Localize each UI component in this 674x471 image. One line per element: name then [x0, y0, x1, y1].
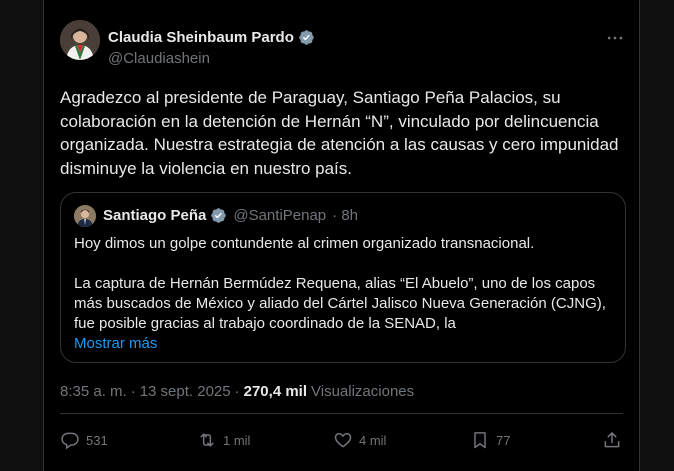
- quoted-author-row[interactable]: Santiago Peña @SantiPenap · 8h: [103, 207, 358, 224]
- post-date[interactable]: 13 sept. 2025: [140, 383, 231, 400]
- quoted-line-1: Hoy dimos un golpe contundente al crimen…: [74, 235, 535, 252]
- views-count: 270,4 mil: [243, 383, 308, 400]
- repost-button[interactable]: 1 mil: [197, 430, 250, 450]
- divider: [60, 413, 623, 414]
- share-icon: [604, 432, 620, 448]
- action-bar: 531 1 mil 4 mil 77: [60, 430, 626, 456]
- bookmark-icon: [474, 432, 486, 449]
- show-more-link[interactable]: Mostrar más: [74, 335, 157, 352]
- quoted-author-avatar[interactable]: [74, 205, 96, 227]
- quoted-author-handle[interactable]: @SantiPenap: [233, 207, 326, 224]
- bookmark-count: 77: [496, 432, 511, 448]
- meta-separator: ·: [130, 383, 136, 400]
- bookmark-button[interactable]: 77: [470, 430, 510, 450]
- repost-icon: [200, 433, 214, 447]
- like-count: 4 mil: [359, 432, 387, 448]
- author-avatar[interactable]: [60, 20, 100, 60]
- like-button[interactable]: 4 mil: [333, 430, 386, 450]
- post-time[interactable]: 8:35 a. m.: [60, 383, 127, 400]
- heart-icon: [334, 433, 352, 448]
- author-name-row[interactable]: Claudia Sheinbaum Pardo: [108, 29, 315, 46]
- quoted-line-2: La captura de Hernán Bermúdez Requena, a…: [74, 275, 606, 332]
- reply-button[interactable]: 531: [60, 430, 108, 450]
- repost-count: 1 mil: [223, 432, 251, 448]
- tweet-card: Claudia Sheinbaum Pardo @Claudiashein Ag…: [43, 0, 640, 471]
- meta-separator: ·: [234, 383, 240, 400]
- reply-icon: [61, 432, 79, 450]
- quoted-post-text: Hoy dimos un golpe contundente al crimen…: [74, 234, 619, 354]
- author-handle[interactable]: @Claudiashein: [108, 50, 210, 67]
- quoted-post[interactable]: Santiago Peña @SantiPenap · 8h Hoy dimos…: [60, 192, 626, 363]
- author-name[interactable]: Claudia Sheinbaum Pardo: [108, 29, 294, 46]
- post-meta: 8:35 a. m. · 13 sept. 2025 · 270,4 mil V…: [60, 383, 414, 400]
- share-button[interactable]: [602, 430, 622, 450]
- post-text: Agradezco al presidente de Paraguay, San…: [60, 88, 619, 178]
- reply-count: 531: [86, 432, 108, 448]
- verified-badge-icon: [299, 30, 314, 45]
- quoted-verified-badge-icon: [211, 208, 227, 223]
- quoted-author-name[interactable]: Santiago Peña: [103, 207, 206, 224]
- views-label: Visualizaciones: [311, 383, 415, 400]
- quoted-post-time[interactable]: · 8h: [332, 207, 358, 224]
- more-options-icon[interactable]: [605, 28, 625, 53]
